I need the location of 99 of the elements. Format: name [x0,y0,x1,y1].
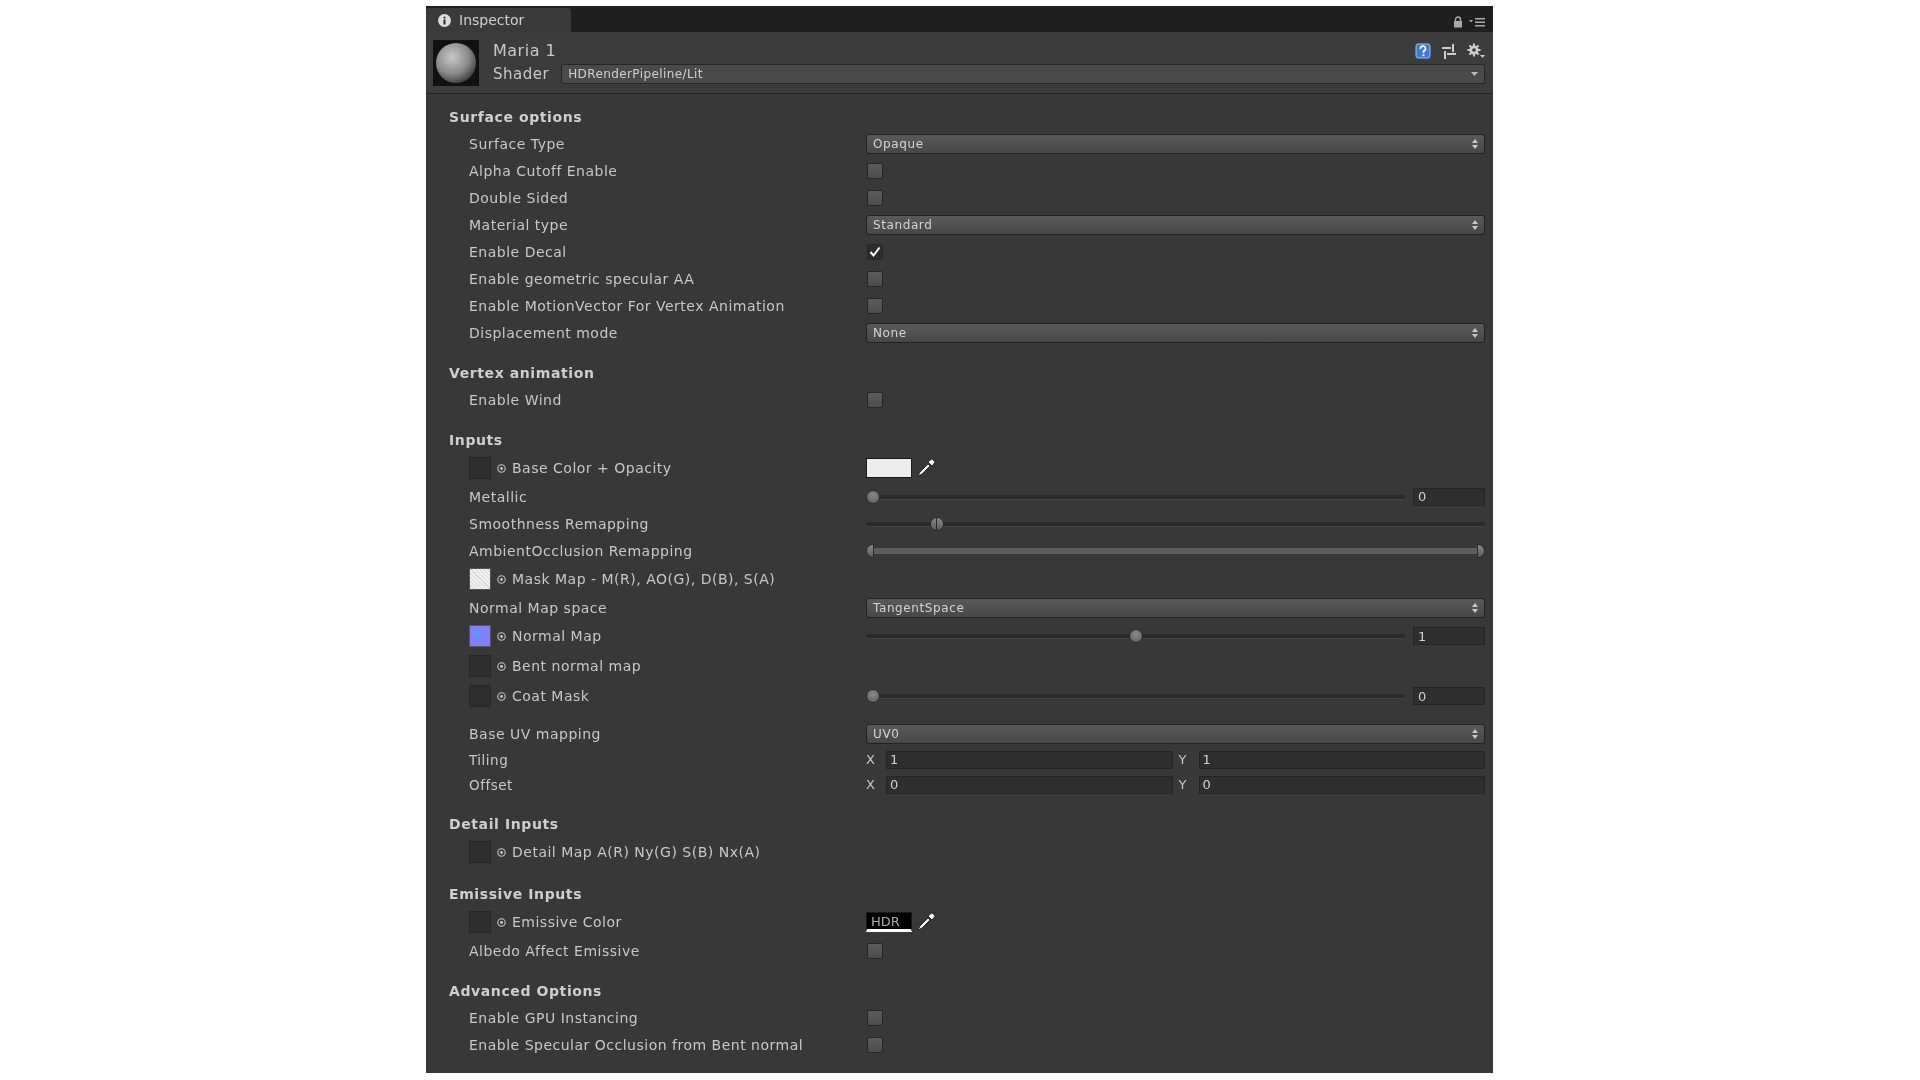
checkmark-icon [869,245,881,258]
checkbox[interactable] [867,162,883,179]
field-label: Metallic [469,488,528,505]
object-picker-icon[interactable] [497,847,506,857]
object-picker-icon[interactable] [497,917,506,927]
field-label: Normal Map [512,628,602,644]
field-label: Surface Type [469,135,565,152]
checkbox[interactable] [867,270,883,287]
field-label: AmbientOcclusion Remapping [469,542,693,559]
checkbox[interactable] [867,942,883,959]
section-heading: Surface options [448,108,584,127]
slider-track[interactable] [866,489,1405,504]
field-label: Enable Specular Occlusion from Bent normal [469,1036,804,1053]
help-icon[interactable] [1415,42,1431,59]
eyedropper-icon[interactable] [916,458,936,478]
range-slider-track[interactable] [866,516,1485,531]
sliders-icon[interactable] [1441,42,1457,59]
field-label: Enable Decal [469,243,567,260]
field-label: Double Sided [469,189,569,206]
slider-thumb[interactable] [866,689,880,703]
number-field[interactable]: 0 [1413,687,1485,705]
up-down-arrows-icon [1472,138,1478,149]
field-label: Detail Map A(R) Ny(G) S(B) Nx(A) [512,844,761,860]
field-label: Enable MotionVector For Vertex Animation [469,297,785,314]
texture-thumbnail[interactable] [469,625,491,647]
range-handle[interactable] [866,543,874,558]
sphere-preview-icon [433,39,479,86]
dropdown[interactable]: TangentSpace [866,597,1485,618]
eyedropper-icon[interactable] [916,912,936,932]
section-heading: Vertex animation [448,364,596,383]
checkbox[interactable] [867,189,883,206]
color-swatch[interactable] [866,458,912,478]
object-picker-icon[interactable] [497,661,506,671]
slider-thumb[interactable] [1128,629,1143,643]
axis-label: X [866,777,876,792]
section-heading: Inputs [448,431,504,450]
field-label: Normal Map space [469,599,608,616]
shader-dropdown[interactable]: HDRenderPipeline/Lit [561,64,1485,84]
object-picker-icon[interactable] [497,691,506,701]
field-label: Enable GPU Instancing [469,1009,639,1026]
checkbox[interactable] [867,243,883,260]
dropdown[interactable]: None [866,322,1485,343]
dropdown[interactable]: Standard [866,214,1485,235]
dropdown[interactable]: Opaque [866,133,1485,154]
shader-label: Shader [493,65,550,83]
field-label: Enable Wind [469,391,562,408]
axis-label: Y [1178,777,1188,792]
range-handle[interactable] [1477,543,1485,558]
object-picker-icon[interactable] [497,631,506,641]
field-label: Enable geometric specular AA [469,270,695,287]
range-slider-track[interactable] [866,543,1485,558]
field-label: Mask Map - M(R), AO(G), D(B), S(A) [512,571,776,587]
slider-track[interactable] [866,629,1405,643]
field-label: Displacement mode [469,324,618,341]
number-field[interactable]: 1 [1413,627,1485,645]
slider-track[interactable] [866,689,1405,703]
inspector-tab[interactable]: Inspector [426,8,571,32]
texture-thumbnail[interactable] [469,568,491,590]
object-picker-icon[interactable] [497,574,506,584]
field-label: Emissive Color [512,914,622,930]
checkbox[interactable] [867,1036,883,1053]
field-label: Material type [469,216,569,233]
field-label: Base UV mapping [469,725,601,742]
range-handle[interactable] [936,516,945,531]
checkbox[interactable] [867,391,883,408]
lock-icon[interactable] [1453,16,1463,28]
up-down-arrows-icon [1472,602,1478,613]
slider-thumb[interactable] [866,489,880,504]
number-field[interactable]: 0 [1198,775,1485,794]
object-picker-icon[interactable] [497,463,506,473]
number-field[interactable]: 0 [1413,487,1485,506]
settings-icon[interactable] [1467,42,1485,59]
field-label: Offset [469,776,513,793]
field-label: Coat Mask [512,688,590,704]
field-label: Albedo Affect Emissive [469,942,640,959]
dropdown[interactable]: UV0 [866,723,1485,744]
section-heading: Emissive Inputs [448,885,584,904]
axis-label: Y [1178,752,1188,767]
field-label: Smoothness Remapping [469,515,649,532]
section-heading: Detail Inputs [448,815,560,834]
up-down-arrows-icon [1472,327,1478,338]
up-down-arrows-icon [1472,219,1478,230]
number-field[interactable]: 1 [1198,750,1485,769]
checkbox[interactable] [867,297,883,314]
field-label: Bent normal map [512,658,642,674]
up-down-arrows-icon [1472,728,1478,739]
field-label: Base Color + Opacity [512,460,672,476]
info-icon [438,13,451,27]
axis-label: X [866,752,876,767]
material-name: Maria 1 [493,41,557,60]
hdr-color-swatch[interactable]: HDR [866,912,912,932]
section-heading: Advanced Options [448,982,604,1001]
number-field[interactable]: 0 [886,775,1173,794]
checkbox[interactable] [867,1009,883,1026]
field-label: Alpha Cutoff Enable [469,162,618,179]
caret-icon [1471,71,1478,77]
number-field[interactable]: 1 [886,750,1173,769]
field-label: Tiling [469,751,509,768]
menu-icon[interactable] [1469,17,1485,27]
